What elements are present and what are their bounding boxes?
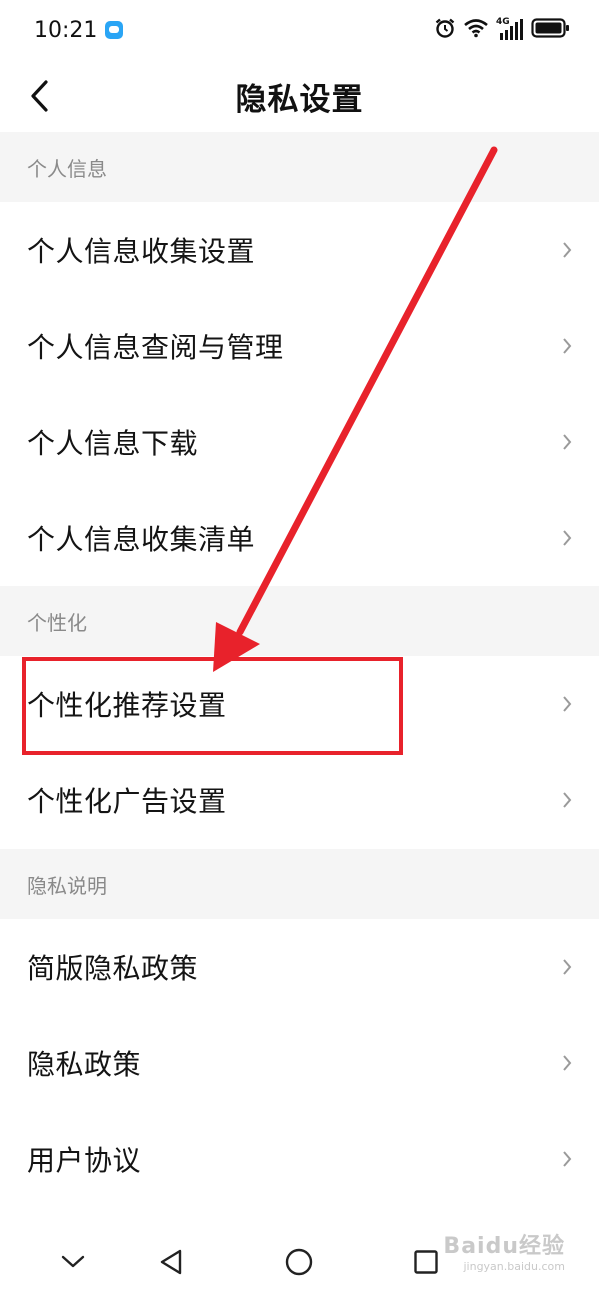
chevron-right-icon (563, 530, 572, 546)
list-item-personalized-recommendation[interactable]: 个性化推荐设置 (0, 656, 599, 752)
list-item-privacy-policy[interactable]: 隐私政策 (0, 1015, 599, 1111)
signal-icon: 4G (496, 17, 524, 41)
chevron-right-icon (563, 792, 572, 808)
list-item-info-view-manage[interactable]: 个人信息查阅与管理 (0, 298, 599, 394)
page-title: 隐私设置 (235, 81, 364, 118)
chevron-left-icon (31, 80, 48, 112)
list-item-label: 隐私政策 (27, 1048, 142, 1081)
list-item-label: 用户协议 (27, 1144, 142, 1177)
list-item-info-download[interactable]: 个人信息下载 (0, 394, 599, 490)
status-time: 10:21 (34, 17, 98, 43)
list-item-info-collection-list[interactable]: 个人信息收集清单 (0, 490, 599, 586)
list-item-label: 个人信息收集清单 (27, 523, 256, 556)
list-item-label: 个人信息下载 (27, 427, 199, 460)
chevron-right-icon (563, 696, 572, 712)
system-navigation-bar (0, 1225, 599, 1297)
home-nav-button[interactable] (284, 1247, 314, 1277)
back-button[interactable] (20, 74, 60, 118)
list-item-label: 简版隐私政策 (27, 952, 199, 985)
square-recents-icon (414, 1250, 438, 1274)
list-item-label: 个人信息查阅与管理 (27, 331, 284, 364)
chevron-right-icon (563, 1151, 572, 1167)
section-header-personalization: 个性化 (0, 586, 599, 656)
recents-nav-button[interactable] (411, 1247, 441, 1277)
section-header-privacy-notes: 隐私说明 (0, 849, 599, 919)
status-left: 10:21 (34, 17, 124, 43)
chevron-right-icon (563, 242, 572, 258)
chevron-right-icon (563, 434, 572, 450)
alarm-icon (434, 17, 456, 43)
chevron-down-icon (61, 1255, 85, 1268)
chevron-right-icon (563, 338, 572, 354)
list-item-label: 个性化广告设置 (27, 785, 227, 818)
triangle-back-icon (160, 1249, 182, 1275)
message-notification-icon (105, 21, 124, 39)
back-nav-button[interactable] (156, 1247, 186, 1277)
list-item-personalized-ads[interactable]: 个性化广告设置 (0, 752, 599, 848)
list-item-brief-privacy-policy[interactable]: 简版隐私政策 (0, 919, 599, 1015)
list-item-label: 个人信息收集设置 (27, 235, 256, 268)
circle-home-icon (285, 1248, 313, 1276)
wifi-icon (463, 18, 489, 42)
top-nav-bar: 隐私设置 (0, 60, 599, 132)
section-header-personal-info: 个人信息 (0, 132, 599, 202)
hide-keyboard-button[interactable] (58, 1247, 88, 1277)
status-bar: 10:21 4G (0, 0, 599, 60)
list-item-user-agreement[interactable]: 用户协议 (0, 1111, 599, 1207)
battery-icon (531, 17, 571, 43)
chevron-right-icon (563, 959, 572, 975)
list-item-label: 个性化推荐设置 (27, 689, 227, 722)
chevron-right-icon (563, 1055, 572, 1071)
status-right: 4G (434, 17, 571, 43)
list-item-info-collection-settings[interactable]: 个人信息收集设置 (0, 202, 599, 298)
